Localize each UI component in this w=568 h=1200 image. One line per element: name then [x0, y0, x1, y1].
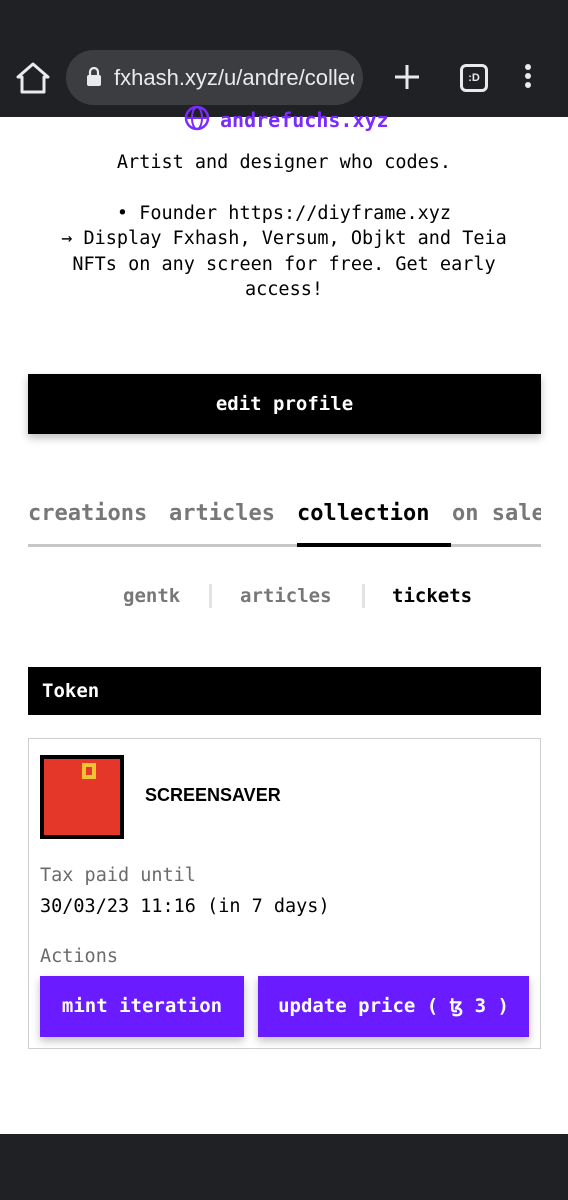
tax-label: Tax paid until — [40, 865, 196, 886]
overflow-menu-icon[interactable] — [520, 64, 536, 92]
profile-website-link[interactable]: andrefuchs.xyz — [184, 105, 389, 132]
plus-icon[interactable] — [392, 62, 422, 92]
actions-label: Actions — [40, 946, 118, 967]
address-bar[interactable]: fxhash.xyz/u/andre/collection — [66, 50, 363, 105]
subtab-articles[interactable]: articles — [240, 580, 332, 612]
subtab-separator — [362, 584, 365, 608]
tab-creations[interactable]: creations — [28, 497, 147, 547]
website-text: andrefuchs.xyz — [220, 108, 389, 132]
edit-profile-button[interactable]: edit profile — [28, 374, 541, 434]
update-price-button[interactable]: update price ( ꜩ 3 ) — [258, 976, 529, 1037]
thumbnail-mark — [82, 763, 96, 779]
bio-line-2: • Founder https://diyframe.xyz → Display… — [61, 202, 507, 301]
tab-switcher-icon[interactable]: :D — [460, 64, 488, 92]
token-thumbnail[interactable] — [40, 755, 124, 839]
subtab-tickets[interactable]: tickets — [392, 580, 472, 612]
tax-value: 30/03/23 11:16 (in 7 days) — [40, 896, 330, 917]
profile-bio: Artist and designer who codes. • Founder… — [40, 150, 528, 303]
home-icon[interactable] — [14, 60, 52, 96]
table-header: Token — [28, 667, 541, 715]
lock-icon — [87, 67, 101, 86]
tab-on-sale[interactable]: on sale — [452, 497, 541, 547]
collection-subtabs: gentk articles tickets — [100, 580, 500, 614]
token-name[interactable]: SCREENSAVER — [145, 785, 281, 806]
tab-articles[interactable]: articles — [169, 497, 275, 547]
bio-line-1: Artist and designer who codes. — [116, 152, 452, 173]
tab-collection[interactable]: collection — [297, 497, 451, 547]
browser-toolbar: fxhash.xyz/u/andre/collection :D — [0, 0, 568, 117]
mint-iteration-button[interactable]: mint iteration — [40, 976, 244, 1037]
subtab-separator — [209, 584, 212, 608]
system-nav-bar — [0, 1134, 568, 1200]
globe-icon — [184, 105, 210, 131]
url-text: fxhash.xyz/u/andre/collection — [114, 65, 354, 90]
profile-tabs: creations articles collection on sale — [28, 497, 541, 547]
ticket-card: SCREENSAVER Tax paid until 30/03/23 11:1… — [28, 738, 541, 1049]
subtab-gentk[interactable]: gentk — [123, 580, 180, 612]
